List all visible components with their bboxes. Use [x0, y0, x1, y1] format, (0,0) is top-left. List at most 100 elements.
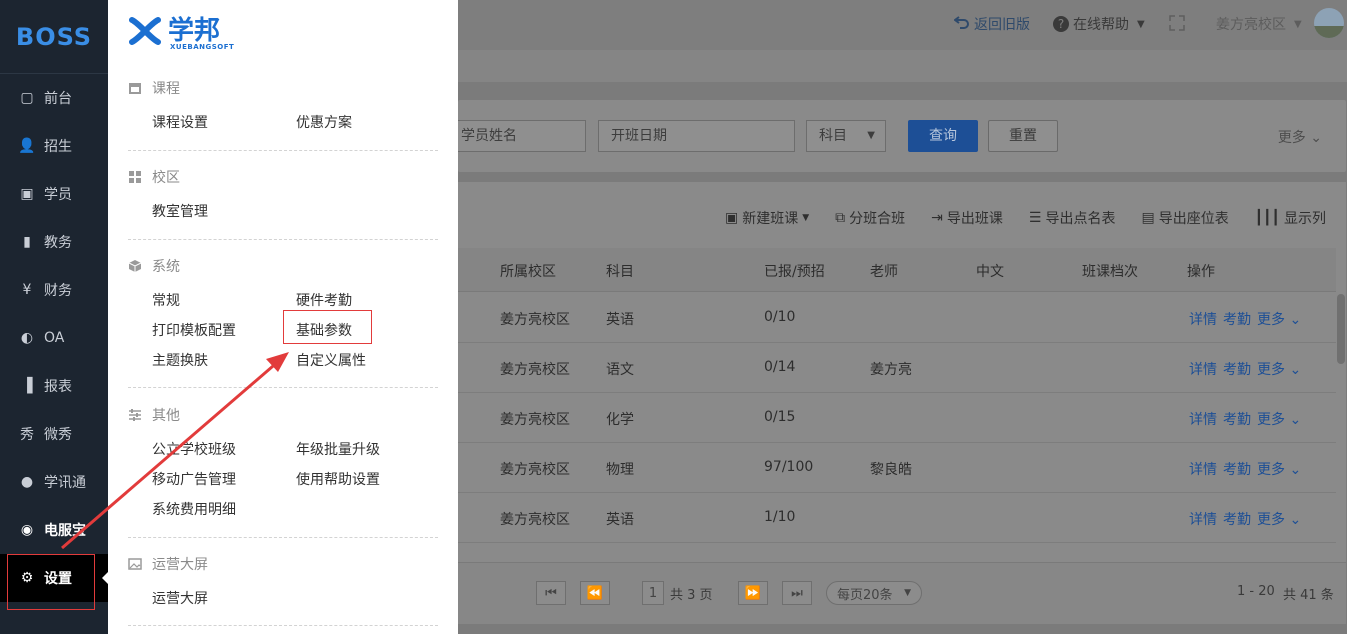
next-page-icon: ⏩	[744, 585, 762, 601]
menu-custom-attributes[interactable]: 自定义属性	[296, 350, 366, 370]
back-old-version-button[interactable]: 返回旧版	[953, 14, 1030, 34]
sidebar-item-academic[interactable]: ▮ 教务	[0, 218, 108, 266]
caret-down-icon: ▼	[1137, 18, 1145, 30]
campus-selector[interactable]: 姜方亮校区 ▼	[1216, 14, 1302, 34]
attendance-link[interactable]: 考勤	[1223, 459, 1251, 479]
table-row[interactable]: 姜方亮校区 化学 0/15 详情 考勤 更多 ⌄	[458, 393, 1336, 443]
row-more-link[interactable]: 更多 ⌄	[1257, 309, 1301, 329]
row-subject: 英语	[606, 512, 634, 528]
row-more-link[interactable]: 更多 ⌄	[1257, 509, 1301, 529]
table-row[interactable]: 姜方亮校区 物理 97/100 黎良皓 详情 考勤 更多 ⌄	[458, 443, 1336, 493]
menu-grade-batch-upgrade[interactable]: 年级批量升级	[296, 439, 380, 459]
grid-icon	[128, 170, 142, 184]
page-number-input[interactable]: 1	[642, 581, 664, 605]
detail-link[interactable]: 详情	[1189, 509, 1217, 529]
menu-ops-screen[interactable]: 运营大屏	[152, 588, 208, 608]
show-columns-button[interactable]: ┃┃┃ 显示列	[1255, 208, 1326, 228]
more-filters-button[interactable]: 更多 ⌄	[1278, 127, 1322, 147]
header-class-level[interactable]: 班课档次	[1082, 261, 1138, 281]
last-page-icon: ⏭	[791, 585, 803, 601]
menu-help-settings[interactable]: 使用帮助设置	[296, 469, 380, 489]
attendance-link[interactable]: 考勤	[1223, 509, 1251, 529]
user-plus-icon: 👤	[18, 138, 36, 154]
columns-icon: ┃┃┃	[1254, 210, 1280, 226]
sidebar-item-reports[interactable]: ▐ 报表	[0, 362, 108, 410]
split-merge-button[interactable]: ⧉ 分班合班	[835, 208, 905, 228]
row-enrolled: 1/10	[764, 509, 796, 525]
scrollbar-thumb[interactable]	[1337, 294, 1345, 364]
table-row[interactable]: 姜方亮校区 语文 0/14 姜方亮 详情 考勤 更多 ⌄	[458, 343, 1336, 393]
sidebar-item-students[interactable]: ▣ 学员	[0, 170, 108, 218]
detail-link[interactable]: 详情	[1189, 309, 1217, 329]
id-card-icon: ▣	[20, 186, 34, 202]
menu-print-template[interactable]: 打印模板配置	[152, 320, 236, 340]
chevron-down-icon: ⌄	[1289, 412, 1302, 428]
divider	[128, 625, 438, 626]
header-enrolled[interactable]: 已报/预招	[764, 261, 825, 281]
row-more-link[interactable]: 更多 ⌄	[1257, 359, 1301, 379]
new-class-button[interactable]: ▣ 新建班课 ▼	[725, 208, 809, 228]
menu-public-school-class[interactable]: 公立学校班级	[152, 439, 236, 459]
export-seat-button[interactable]: ▤ 导出座位表	[1141, 208, 1228, 228]
chevron-down-icon: ⌄	[1289, 312, 1302, 328]
attendance-link[interactable]: 考勤	[1223, 359, 1251, 379]
divider	[128, 387, 438, 388]
sidebar-item-dianfubao[interactable]: ◉ 电服宝	[0, 506, 108, 554]
menu-system-fee-detail[interactable]: 系统费用明细	[152, 499, 236, 519]
toggle-icon: ◐	[20, 330, 34, 346]
header-campus[interactable]: 所属校区	[500, 261, 556, 281]
list-icon: ☰	[1028, 210, 1042, 226]
sidebar-item-front-desk[interactable]: ▢ 前台	[0, 74, 108, 122]
row-more-link[interactable]: 更多 ⌄	[1257, 459, 1301, 479]
fullscreen-icon[interactable]	[1168, 14, 1186, 32]
menu-course-settings[interactable]: 课程设置	[152, 112, 208, 132]
sidebar-item-enrollment[interactable]: 👤 招生	[0, 122, 108, 170]
attendance-link[interactable]: 考勤	[1223, 409, 1251, 429]
row-enrolled: 97/100	[764, 459, 814, 475]
row-subject: 化学	[606, 412, 634, 428]
row-teacher: 黎良皓	[870, 462, 912, 478]
online-help-button[interactable]: ? 在线帮助 ▼	[1053, 14, 1145, 34]
menu-discount-plan[interactable]: 优惠方案	[296, 112, 352, 132]
row-subject: 英语	[606, 312, 634, 328]
header-chinese[interactable]: 中文	[976, 261, 1004, 281]
range-text: 1 - 20	[1237, 584, 1275, 599]
avatar[interactable]	[1314, 8, 1344, 38]
attendance-link[interactable]: 考勤	[1223, 309, 1251, 329]
sidebar-item-finance[interactable]: ¥ 财务	[0, 266, 108, 314]
sidebar-item-weixiu[interactable]: 秀微秀	[0, 410, 108, 458]
menu-mobile-ad-management[interactable]: 移动广告管理	[152, 469, 236, 489]
student-name-input[interactable]: 学员姓名	[448, 120, 586, 152]
per-page-select[interactable]: 每页20条 ▼	[826, 581, 922, 605]
sidebar-item-oa[interactable]: ◐ OA	[0, 314, 108, 362]
table-scrollbar[interactable]	[1336, 292, 1346, 562]
detail-link[interactable]: 详情	[1189, 359, 1217, 379]
detail-link[interactable]: 详情	[1189, 459, 1217, 479]
menu-general[interactable]: 常规	[152, 290, 180, 310]
prev-page-button[interactable]: ⏪	[580, 581, 610, 605]
export-class-button[interactable]: ⇥ 导出班课	[931, 208, 1003, 228]
menu-hardware-attendance[interactable]: 硬件考勤	[296, 290, 352, 310]
subject-select[interactable]: 科目 ▼	[806, 120, 886, 152]
detail-link[interactable]: 详情	[1189, 409, 1217, 429]
menu-theme-skin[interactable]: 主题换肤	[152, 350, 208, 370]
export-roll-button[interactable]: ☰ 导出点名表	[1029, 208, 1116, 228]
next-page-button[interactable]: ⏩	[738, 581, 768, 605]
chevron-down-icon: ⌄	[1310, 130, 1322, 146]
caret-down-icon: ▼	[904, 588, 911, 598]
last-page-button[interactable]: ⏭	[782, 581, 812, 605]
row-more-link[interactable]: 更多 ⌄	[1257, 409, 1301, 429]
table-row[interactable]: 姜方亮校区 英语 0/10 详情 考勤 更多 ⌄	[458, 293, 1336, 343]
menu-classroom-management[interactable]: 教室管理	[152, 201, 208, 221]
table-row[interactable]: 姜方亮校区 英语 1/10 详情 考勤 更多 ⌄	[458, 493, 1336, 543]
section-ops-screen-title: 运营大屏	[128, 554, 208, 574]
sidebar-item-xuexuntong[interactable]: ● 学讯通	[0, 458, 108, 506]
caret-down-icon: ▼	[867, 130, 875, 141]
first-page-button[interactable]: ⏮	[536, 581, 566, 605]
start-date-input[interactable]: 开班日期	[598, 120, 795, 152]
reset-button[interactable]: 重置	[988, 120, 1058, 152]
header-subject[interactable]: 科目	[606, 261, 634, 281]
header-teacher[interactable]: 老师	[870, 261, 898, 281]
bar-chart-icon: ▐	[21, 378, 33, 394]
query-button[interactable]: 查询	[908, 120, 978, 152]
